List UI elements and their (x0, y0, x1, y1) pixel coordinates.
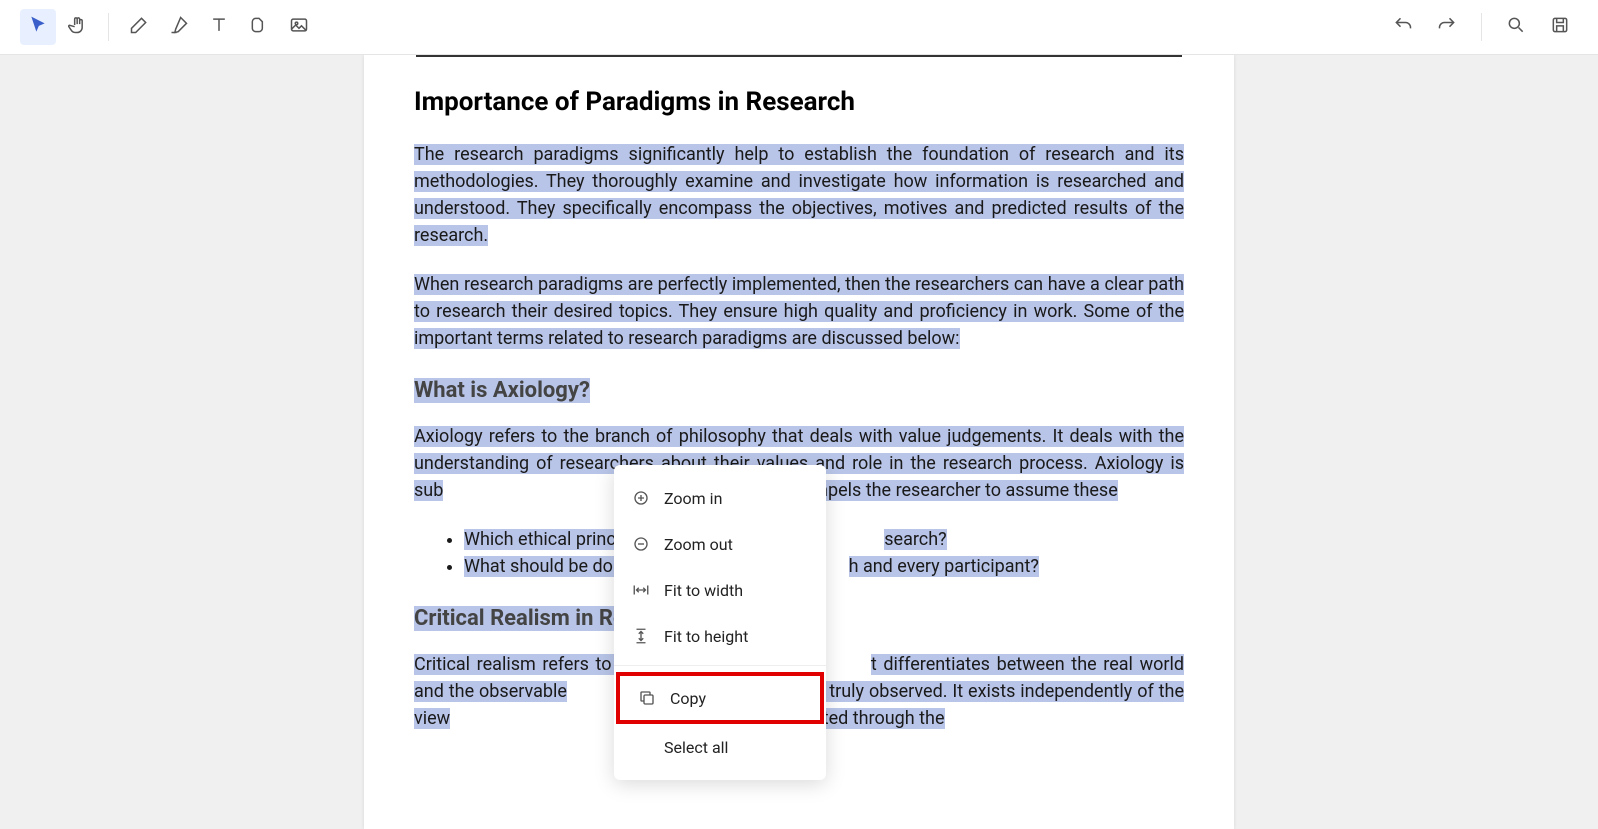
toolbar-divider-right (1481, 13, 1482, 41)
undo-icon (1393, 15, 1413, 39)
section-heading: What is Axiology? (414, 378, 1184, 403)
pencil-icon (129, 15, 149, 39)
menu-label: Fit to width (664, 581, 743, 600)
shape-tool[interactable] (241, 9, 277, 45)
text-selection: What is Axiology? (414, 378, 590, 403)
search-button[interactable] (1498, 9, 1534, 45)
hand-icon (68, 15, 88, 39)
canvas-area[interactable]: Importance of Paradigms in Research The … (0, 55, 1598, 829)
text-selection: What should be don (464, 556, 623, 577)
blank-icon (632, 738, 650, 756)
image-tool[interactable] (281, 9, 317, 45)
hand-tool[interactable] (60, 9, 96, 45)
text-selection: Critical Realism in Re (414, 606, 625, 631)
copy-icon (638, 689, 656, 707)
highlighter-icon (169, 15, 189, 39)
toolbar-right (1385, 9, 1578, 45)
text-selection: Which ethical princip (464, 529, 630, 550)
zoom-out-icon (632, 535, 650, 553)
paragraph: When research paradigms are perfectly im… (414, 271, 1184, 352)
menu-fit-width[interactable]: Fit to width (614, 567, 826, 613)
pencil-tool[interactable] (121, 9, 157, 45)
menu-select-all[interactable]: Select all (614, 724, 826, 770)
menu-label: Zoom in (664, 489, 722, 508)
paragraph: The research paradigms significantly hel… (414, 141, 1184, 249)
text-selection: search? (884, 529, 946, 550)
cursor-icon (28, 15, 48, 39)
context-menu: Zoom in Zoom out Fit to width Fit to hei… (614, 465, 826, 780)
redo-icon (1437, 15, 1457, 39)
copy-highlight-box: Copy (616, 672, 824, 724)
shape-icon (249, 15, 269, 39)
toolbar-divider (108, 13, 109, 41)
menu-zoom-in[interactable]: Zoom in (614, 475, 826, 521)
toolbar-left (20, 9, 317, 45)
fit-width-icon (632, 581, 650, 599)
image-icon (289, 15, 309, 39)
menu-label: Fit to height (664, 627, 748, 646)
menu-divider (614, 665, 826, 666)
text-selection: h and every participant? (849, 556, 1039, 577)
text-tool[interactable] (201, 9, 237, 45)
menu-label: Copy (670, 689, 706, 708)
highlighter-tool[interactable] (161, 9, 197, 45)
save-icon (1550, 15, 1570, 39)
menu-copy[interactable]: Copy (620, 676, 820, 720)
search-icon (1506, 15, 1526, 39)
page-top-rule (416, 55, 1182, 57)
text-selection: Critical realism refers to th (414, 654, 634, 675)
text-icon (209, 15, 229, 39)
undo-button[interactable] (1385, 9, 1421, 45)
redo-button[interactable] (1429, 9, 1465, 45)
text-selection: When research paradigms are perfectly im… (414, 274, 1184, 349)
toolbar (0, 0, 1598, 55)
text-selection: The research paradigms significantly hel… (414, 144, 1184, 246)
page-title: Importance of Paradigms in Research (414, 87, 1184, 117)
zoom-in-icon (632, 489, 650, 507)
cursor-tool[interactable] (20, 9, 56, 45)
menu-fit-height[interactable]: Fit to height (614, 613, 826, 659)
menu-zoom-out[interactable]: Zoom out (614, 521, 826, 567)
fit-height-icon (632, 627, 650, 645)
menu-label: Zoom out (664, 535, 733, 554)
save-button[interactable] (1542, 9, 1578, 45)
menu-label: Select all (664, 738, 728, 757)
